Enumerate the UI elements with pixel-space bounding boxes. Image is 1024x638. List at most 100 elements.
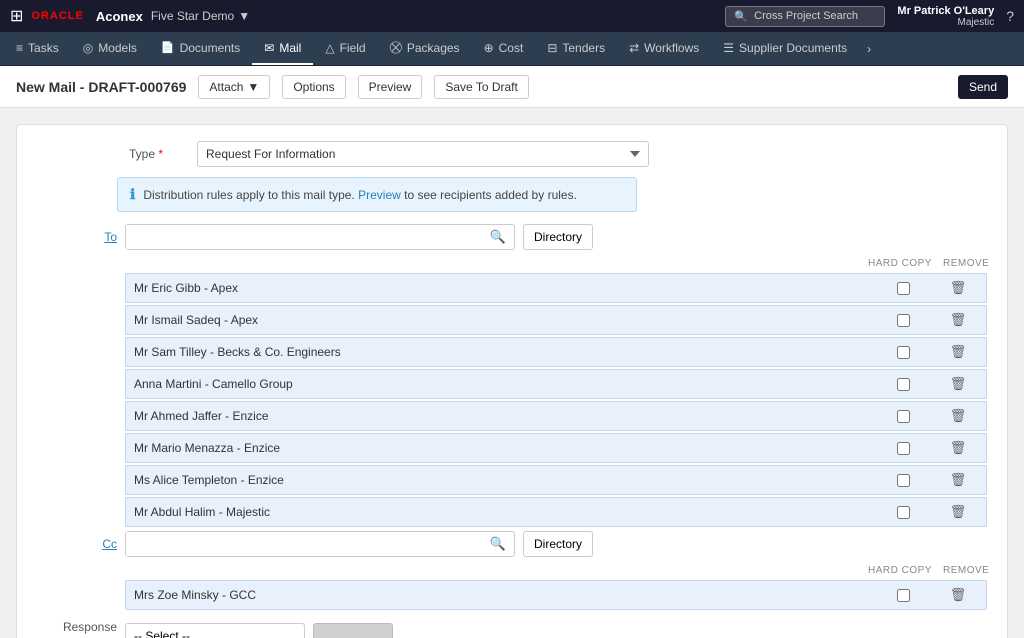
send-button[interactable]: Send xyxy=(958,75,1008,99)
cost-label: Cost xyxy=(499,41,524,55)
info-banner: ℹ Distribution rules apply to this mail … xyxy=(117,177,637,212)
app-name: Aconex xyxy=(96,9,143,24)
preview-button[interactable]: Preview xyxy=(358,75,423,99)
documents-icon: 📄 xyxy=(161,41,175,54)
response-required-label: ResponseRequired xyxy=(60,620,117,638)
search-box[interactable]: 🔍 Cross Project Search xyxy=(725,6,885,27)
form-card: Type Request For Information General Cor… xyxy=(16,124,1008,638)
to-recipient-6-checkbox[interactable] xyxy=(897,474,910,487)
to-recipient-0: Mr Eric Gibb - Apex 🗑 xyxy=(125,273,987,303)
response-required-select[interactable]: -- Select -- Yes No xyxy=(125,623,305,638)
to-recipient-4-checkbox[interactable] xyxy=(897,410,910,423)
cc-search-icon: 🔍 xyxy=(482,536,514,552)
oracle-logo: ORACLE xyxy=(31,10,83,22)
info-preview-link[interactable]: Preview xyxy=(358,188,401,202)
models-icon: ◎ xyxy=(83,41,93,55)
to-recipient-3-remove[interactable]: 🗑 xyxy=(946,374,971,394)
packages-icon: ⛒ xyxy=(390,40,402,55)
user-info: Mr Patrick O'Leary Majestic xyxy=(897,5,994,28)
to-directory-button[interactable]: Directory xyxy=(523,224,593,250)
save-draft-button[interactable]: Save To Draft xyxy=(434,75,528,99)
nav-item-tasks[interactable]: ≡ Tasks xyxy=(4,32,71,65)
to-recipient-5: Mr Mario Menazza - Enzice 🗑 xyxy=(125,433,987,463)
type-label: Type xyxy=(129,147,189,161)
project-name: Five Star Demo ▼ xyxy=(151,9,250,23)
main-content: Type Request For Information General Cor… xyxy=(0,108,1024,638)
response-date-input[interactable] xyxy=(313,623,393,638)
page-header: New Mail - DRAFT-000769 Attach ▼ Options… xyxy=(0,66,1024,108)
to-recipient-2-checkbox[interactable] xyxy=(897,346,910,359)
to-recipient-7-remove[interactable]: 🗑 xyxy=(946,502,971,522)
cc-section: Cc 🔍 Directory HARD COPY REMOVE Mrs Zoe … xyxy=(37,531,987,610)
type-select[interactable]: Request For Information General Correspo… xyxy=(197,141,649,167)
to-recipient-5-remove[interactable]: 🗑 xyxy=(946,438,971,458)
cc-row: Cc 🔍 Directory xyxy=(37,531,987,557)
documents-label: Documents xyxy=(180,41,241,55)
to-section: To 🔍 Directory HARD COPY REMOVE Mr Eric … xyxy=(37,224,987,527)
info-text: Distribution rules apply to this mail ty… xyxy=(143,188,577,202)
to-label[interactable]: To xyxy=(104,224,117,244)
to-recipient-1-remove[interactable]: 🗑 xyxy=(946,310,971,330)
nav-item-cost[interactable]: ⊕ Cost xyxy=(472,32,536,65)
user-name: Mr Patrick O'Leary xyxy=(897,5,994,17)
to-recipient-4-remove[interactable]: 🗑 xyxy=(946,406,971,426)
cc-table-area: HARD COPY REMOVE Mrs Zoe Minsky - GCC 🗑 xyxy=(125,563,987,610)
to-recipient-3-checkbox[interactable] xyxy=(897,378,910,391)
project-chevron-icon[interactable]: ▼ xyxy=(238,9,250,23)
nav-bar: ≡ Tasks ◎ Models 📄 Documents ✉ Mail △ Fi… xyxy=(0,32,1024,66)
to-recipient-7: Mr Abdul Halim - Majestic 🗑 xyxy=(125,497,987,527)
nav-item-tenders[interactable]: ⊟ Tenders xyxy=(535,32,617,65)
response-required-row: ResponseRequired * -- Select -- Yes No xyxy=(37,620,987,638)
nav-item-documents[interactable]: 📄 Documents xyxy=(149,32,252,65)
nav-item-field[interactable]: △ Field xyxy=(313,32,377,65)
to-recipient-5-checkbox[interactable] xyxy=(897,442,910,455)
cc-label[interactable]: Cc xyxy=(102,531,117,551)
to-input[interactable] xyxy=(126,225,482,249)
workflows-icon: ⇄ xyxy=(629,41,639,55)
nav-item-mail[interactable]: ✉ Mail xyxy=(252,32,313,65)
cc-recipient-0-checkbox[interactable] xyxy=(897,589,910,602)
to-recipient-4: Mr Ahmed Jaffer - Enzice 🗑 xyxy=(125,401,987,431)
to-search-icon: 🔍 xyxy=(482,229,514,245)
to-remove-header: REMOVE xyxy=(943,258,983,269)
field-label: Field xyxy=(340,41,366,55)
top-bar-left: ⊞ ORACLE Aconex Five Star Demo ▼ xyxy=(10,6,250,26)
nav-more[interactable]: › xyxy=(859,32,879,65)
help-icon[interactable]: ? xyxy=(1006,8,1014,24)
to-hard-copy-header: HARD COPY xyxy=(865,258,935,269)
to-row: To 🔍 Directory xyxy=(37,224,987,250)
to-recipient-7-checkbox[interactable] xyxy=(897,506,910,519)
tenders-label: Tenders xyxy=(562,41,605,55)
cc-recipient-0: Mrs Zoe Minsky - GCC 🗑 xyxy=(125,580,987,610)
to-recipient-6-remove[interactable]: 🗑 xyxy=(946,470,971,490)
options-button[interactable]: Options xyxy=(282,75,345,99)
cc-hard-copy-header: HARD COPY xyxy=(865,565,935,576)
top-bar-right: 🔍 Cross Project Search Mr Patrick O'Lear… xyxy=(725,5,1014,28)
attach-button[interactable]: Attach ▼ xyxy=(198,75,270,99)
cost-icon: ⊕ xyxy=(484,41,494,55)
to-recipient-0-remove[interactable]: 🗑 xyxy=(946,278,971,298)
top-bar: ⊞ ORACLE Aconex Five Star Demo ▼ 🔍 Cross… xyxy=(0,0,1024,32)
cc-directory-button[interactable]: Directory xyxy=(523,531,593,557)
workflows-label: Workflows xyxy=(644,41,699,55)
nav-item-packages[interactable]: ⛒ Packages xyxy=(378,32,472,65)
to-recipient-1-checkbox[interactable] xyxy=(897,314,910,327)
grid-menu-icon[interactable]: ⊞ xyxy=(10,6,23,26)
nav-item-workflows[interactable]: ⇄ Workflows xyxy=(617,32,711,65)
models-label: Models xyxy=(98,41,137,55)
packages-label: Packages xyxy=(407,41,460,55)
to-input-wrap: 🔍 xyxy=(125,224,515,250)
nav-item-models[interactable]: ◎ Models xyxy=(71,32,149,65)
to-recipient-0-checkbox[interactable] xyxy=(897,282,910,295)
mail-icon: ✉ xyxy=(264,41,274,55)
info-icon: ℹ xyxy=(130,186,135,203)
type-row: Type Request For Information General Cor… xyxy=(37,141,987,167)
cc-input[interactable] xyxy=(126,532,482,556)
supplier-icon: ☰ xyxy=(723,41,734,55)
cc-recipient-0-remove[interactable]: 🗑 xyxy=(946,585,971,605)
mail-label: Mail xyxy=(279,41,301,55)
to-recipient-2-remove[interactable]: 🗑 xyxy=(946,342,971,362)
cc-remove-header: REMOVE xyxy=(943,565,983,576)
to-recipient-1: Mr Ismail Sadeq - Apex 🗑 xyxy=(125,305,987,335)
nav-item-supplier[interactable]: ☰ Supplier Documents xyxy=(711,32,859,65)
